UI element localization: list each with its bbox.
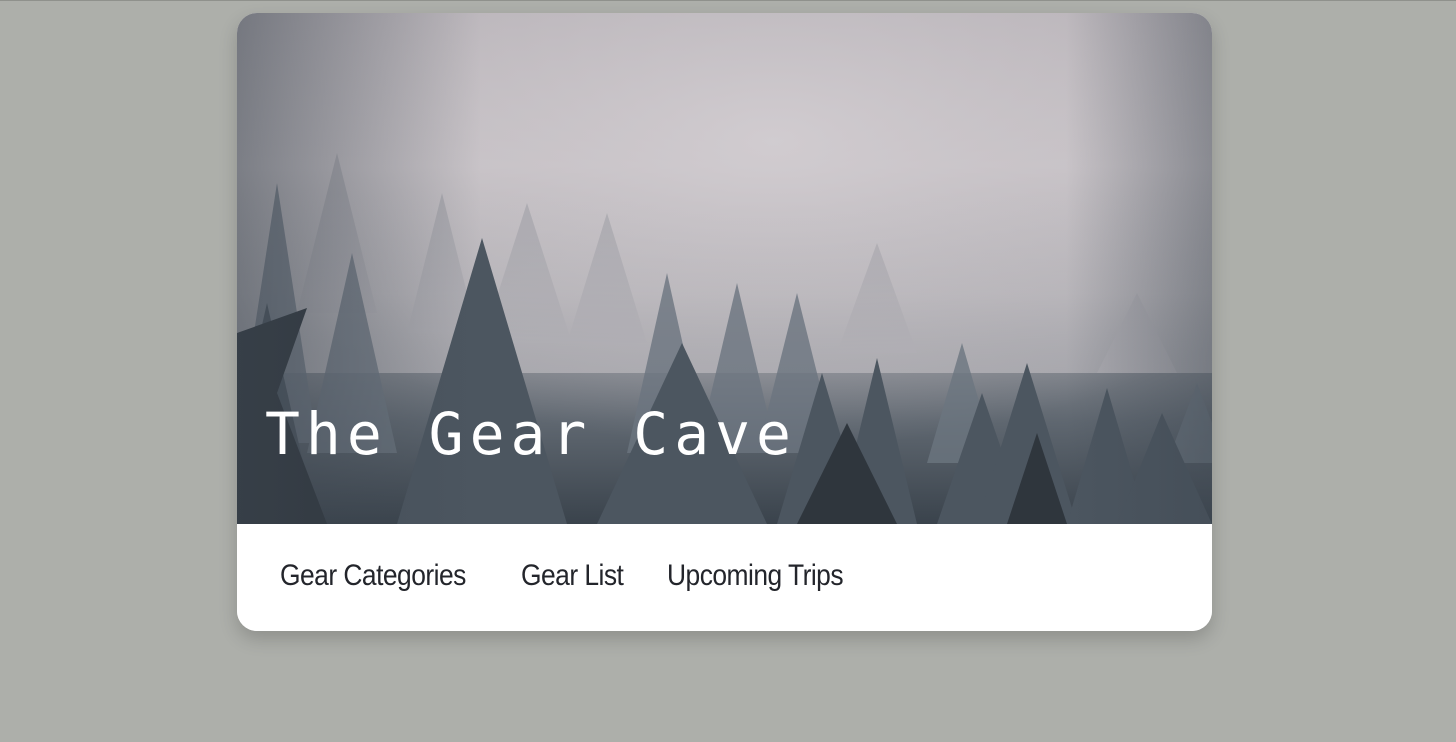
nav-item-gear-categories: Gear Categories: [280, 559, 492, 593]
site-header-card: The Gear Cave Gear Categories Gear List …: [237, 13, 1212, 631]
site-title: The Gear Cave: [265, 400, 797, 468]
nav-item-upcoming-trips: Upcoming Trips: [667, 559, 877, 593]
top-border: [0, 0, 1456, 1]
nav-link-gear-categories[interactable]: Gear Categories: [280, 559, 466, 593]
nav-link-gear-list[interactable]: Gear List: [521, 559, 624, 593]
nav-list: Gear Categories Gear List Upcoming Trips: [280, 559, 877, 593]
nav-item-gear-list: Gear List: [521, 559, 638, 593]
main-navigation: Gear Categories Gear List Upcoming Trips: [237, 524, 1212, 631]
nav-link-upcoming-trips[interactable]: Upcoming Trips: [667, 559, 844, 593]
hero-image: The Gear Cave: [237, 13, 1212, 524]
